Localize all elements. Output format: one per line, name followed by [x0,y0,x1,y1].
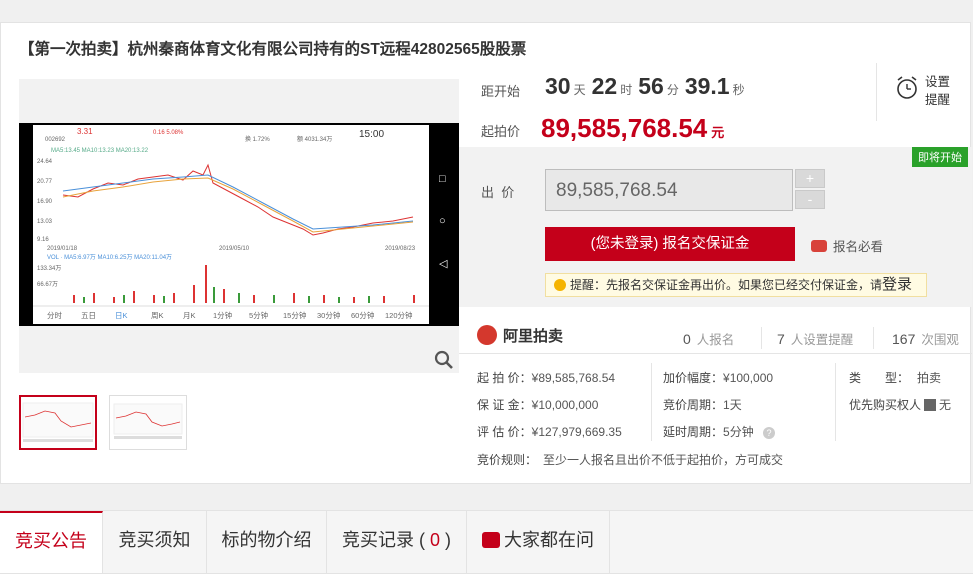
info-start-price: 起 拍 价：¥89,585,768.54 [477,371,616,385]
info-increment: 加价幅度：¥100,000 [663,371,774,385]
bid-label: 出 价 [481,185,515,200]
register-deposit-button[interactable]: (您未登录) 报名交保证金 [545,227,795,261]
decrease-button[interactable]: - [795,190,825,209]
chart-turnover: 换 1.72% [245,135,270,143]
thumbnail-2[interactable] [109,395,187,450]
detail-tabs: 竞买公告 竞买须知 标的物介绍 竞买记录 ( 0 ) 大家都在问 [0,510,973,574]
tab-faq[interactable]: 大家都在问 [467,511,610,573]
info-delay-period: 延时周期：5分钟 ? [663,423,776,440]
date-label: 2019/01/18 [47,246,78,252]
date-label: 2019/08/23 [385,246,416,252]
vol-ma: VOL · MA5:6.97万 MA10:6.25万 MA20:11.04万 [47,254,172,261]
countdown-timer: 30 天 22 时 56 分 39.1 秒 [545,73,745,99]
vol-tick: 133.34万 [37,265,61,272]
chart-price: 3.31 [77,127,93,136]
date-label: 2019/05/10 [219,246,250,252]
info-bid-rule: 竞价规则： 至少一人报名且出价不低于起拍价，方可成交 [477,453,784,467]
stat-registered: 0 人报名 [683,331,735,347]
status-badge: 即将开始 [912,147,968,167]
chart-tab: 日K [115,311,128,320]
auction-title: 【第一次拍卖】杭州秦商体育文化有限公司持有的ST远程42802565股股票 [19,41,527,58]
chart-code: 002692 [45,137,66,143]
countdown-days: 30 [545,73,571,99]
back-triangle-icon: ◁ [439,258,448,270]
stat-views: 167 次围观 [892,331,959,347]
y-tick: 20.77 [37,179,53,185]
chart-tab: 30分钟 [317,310,341,320]
square-icon: □ [439,173,446,185]
countdown-label: 距开始 [481,84,521,99]
set-remind-button[interactable]: 设置提醒 [876,63,972,121]
tab-bid-records[interactable]: 竞买记录 ( 0 ) [327,511,467,573]
start-price-label: 起拍价 [481,124,521,139]
auction-hammer-icon [477,325,497,345]
tab-bidding-notes[interactable]: 竞买须知 [103,511,207,573]
countdown-hours: 22 [591,73,618,99]
chart-tab: 5分钟 [249,310,269,320]
chart-ma: MA5:13.45 MA10:13.23 MA20:13.22 [51,148,149,154]
chart-tab: 月K [183,311,196,320]
thumbnail-1[interactable] [19,395,97,450]
circle-icon: ○ [439,215,446,227]
coins-icon [811,240,827,252]
chart-tab: 15分钟 [283,310,307,320]
phone-nav-buttons: □ ○ ◁ [433,123,459,326]
y-tick: 13.03 [37,219,53,225]
stock-chart-svg: 3.31 0.16 5.08% 002692 换 1.72% 额 4031.34… [33,125,429,324]
stat-reminders: 7 人设置提醒 [777,331,854,347]
clock-bell-icon [897,76,917,99]
chart-tab: 1分钟 [213,310,233,320]
info-box-icon [924,399,937,411]
chart-amount: 额 4031.34万 [297,135,332,143]
start-price-value: 89,585,768.54 元 [541,113,725,143]
chart-time: 15:00 [359,129,384,140]
chart-tab: 120分钟 [385,310,413,320]
tab-auction-notice[interactable]: 竞买公告 [0,511,103,573]
must-read-link[interactable]: 报名必看 [811,236,883,255]
lightbulb-icon [554,279,566,291]
chart-tab: 分时 [47,310,62,320]
increase-button[interactable]: + [795,169,825,188]
main-image: 3.31 0.16 5.08% 002692 换 1.72% 额 4031.34… [19,79,459,373]
y-tick: 24.64 [37,159,53,165]
vol-tick: 66.67万 [37,281,58,288]
countdown-seconds: 39.1 [684,73,730,99]
phone-screenshot: 3.31 0.16 5.08% 002692 换 1.72% 额 4031.34… [19,123,459,326]
chart-change: 0.16 5.08% [153,130,184,136]
bid-count: 0 [429,530,440,550]
bid-area: 即将开始 出 价 89,585,768.54 + - (您未登录) 报名交保证金… [459,147,972,307]
y-tick: 9.16 [37,237,49,243]
chart-tab: 周K [151,311,164,320]
login-link[interactable]: 登录 [882,276,912,293]
question-icon [482,532,500,548]
info-preemption: 优先购买权人无 [849,398,952,412]
info-deposit: 保 证 金：¥10,000,000 [477,398,599,412]
info-bid-period: 竞价周期：1天 [663,398,742,412]
y-tick: 16.90 [37,199,53,205]
info-valuation: 评 估 价：¥127,979,669.35 [477,425,622,439]
zoom-magnifier-icon[interactable] [433,349,455,371]
tab-item-intro[interactable]: 标的物介绍 [207,511,327,573]
chart-tab: 五日 [81,311,96,320]
stock-chart-screen: 3.31 0.16 5.08% 002692 换 1.72% 额 4031.34… [33,125,429,324]
remind-label: 设置提醒 [925,75,951,107]
bid-price-input[interactable]: 89,585,768.54 [545,169,793,211]
login-notice: 提醒：先报名交保证金再出价。如果您已经交付保证金，请登录 [545,273,927,297]
chart-tab: 60分钟 [351,310,375,320]
platform-logo: 阿里拍卖 [477,325,563,346]
countdown-minutes: 56 [638,73,664,99]
info-type: 类 型： 拍卖 [849,371,942,385]
help-icon[interactable]: ? [763,427,776,439]
auction-panel: 【第一次拍卖】杭州秦商体育文化有限公司持有的ST远程42802565股股票 3.… [0,22,972,484]
